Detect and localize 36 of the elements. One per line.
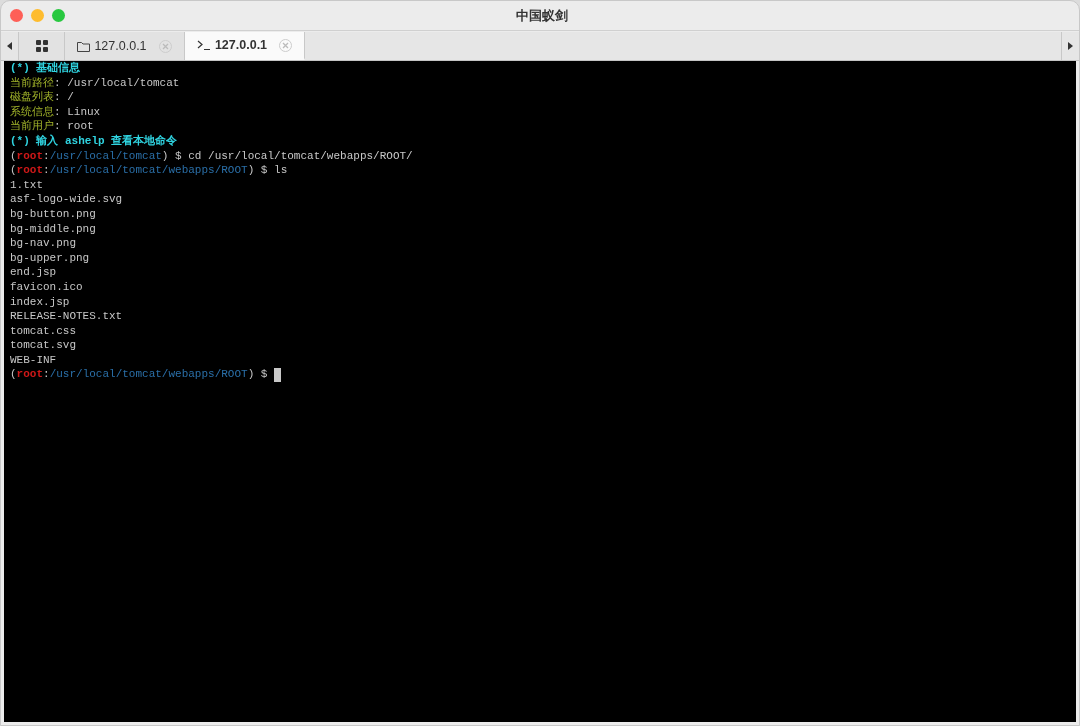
caret-left-icon [7,42,12,50]
tab[interactable]: 127.0.0.1 [185,32,305,60]
terminal-icon [196,40,211,50]
folder-icon [77,40,91,52]
grid-icon [35,40,48,52]
tab[interactable]: 127.0.0.1 [65,32,185,60]
terminal-line: (*) 基础信息 [10,61,81,76]
maximize-window-button[interactable] [52,9,65,22]
terminal-line: index.jsp [10,294,70,310]
terminal-line: RELEASE-NOTES.txt [10,309,123,324]
terminal-line: favicon.ico [10,279,83,295]
terminal-line: 当前用户: root [10,119,94,134]
close-tab-icon[interactable] [279,38,293,52]
terminal-line: 1.txt [10,177,43,193]
terminal-line: tomcat.svg [10,338,76,353]
terminal-line: (root:/usr/local/tomcat/webapps/ROOT) $ ls [10,163,288,178]
home-tab[interactable] [19,32,65,60]
close-window-button[interactable] [10,9,23,22]
terminal-line: asf-logo-wide.svg [10,192,123,207]
window-title: 中国蚁剑 [516,6,568,25]
terminal-line: 当前路径: /usr/local/tomcat [10,75,180,91]
terminal-line: (root:/usr/local/tomcat/webapps/ROOT) $ [10,367,282,383]
terminal-line: (*) 输入 ashelp 查看本地命令 [10,133,178,149]
terminal-line: bg-upper.png [10,250,90,266]
terminal-line: end.jsp [10,265,57,280]
caret-right-icon [1068,42,1073,50]
terminal-line: tomcat.css [10,323,76,339]
terminal-line: WEB-INF [10,352,57,368]
terminal-line: bg-button.png [10,206,96,222]
terminal-line: 系统信息: Linux [10,104,101,120]
terminal-line: bg-nav.png [10,236,76,251]
close-tab-icon[interactable] [158,39,172,53]
terminal-line: (root:/usr/local/tomcat) $ cd /usr/local/tomcat/webapps/ROOT/ [10,148,413,164]
terminal-line: 磁盘列表: / [10,90,74,105]
minimize-window-button[interactable] [31,9,44,22]
terminal-line: bg-middle.png [10,221,96,237]
